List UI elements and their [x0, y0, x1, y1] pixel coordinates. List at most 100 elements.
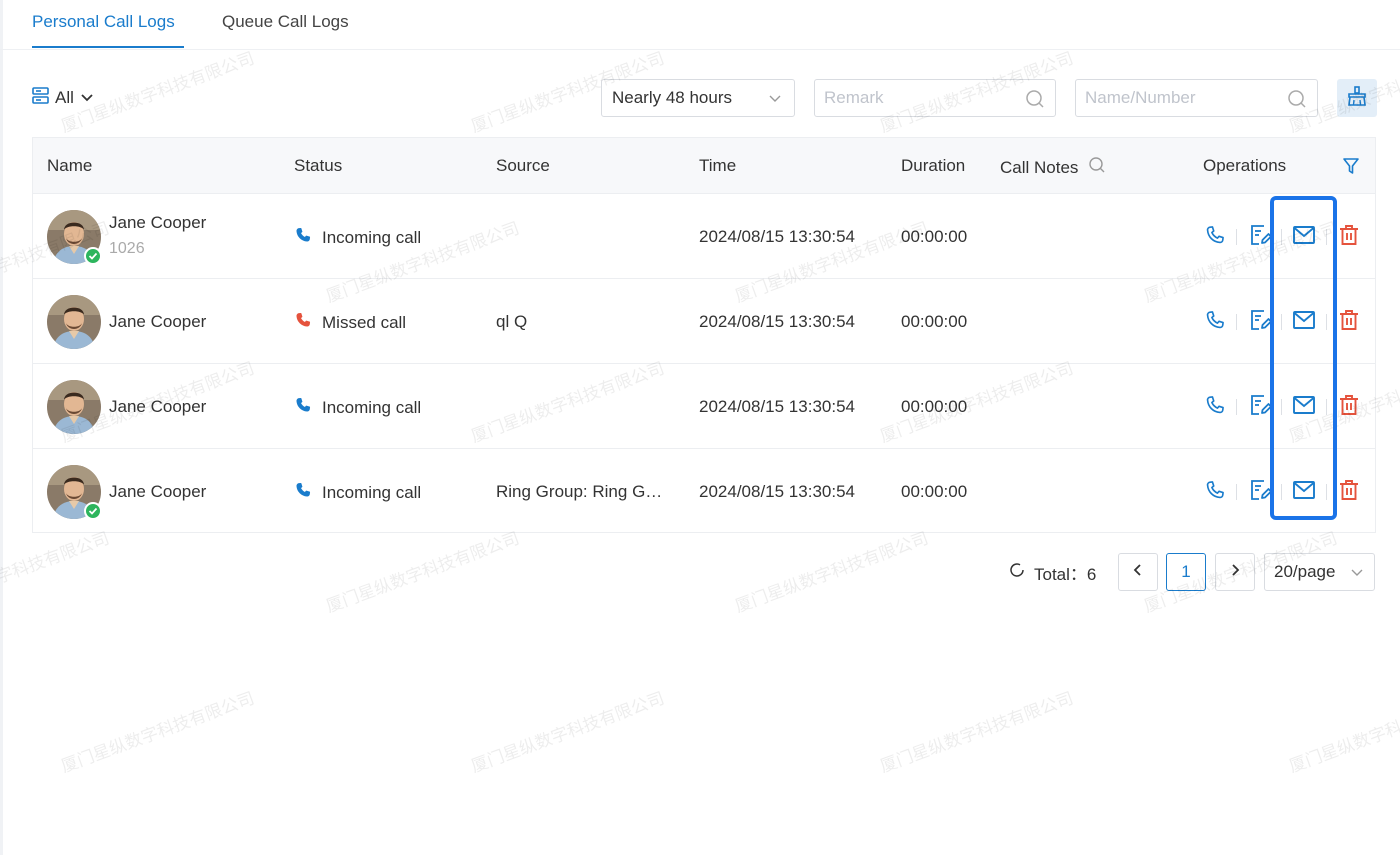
divider — [1326, 314, 1327, 330]
chevron-right-icon — [1229, 562, 1241, 582]
send-email-button[interactable] — [1290, 393, 1318, 421]
call-back-button[interactable] — [1201, 393, 1229, 421]
call-back-button[interactable] — [1201, 308, 1229, 336]
edit-note-button[interactable] — [1246, 223, 1274, 251]
edit-note-button[interactable] — [1246, 308, 1274, 336]
delete-button[interactable] — [1335, 308, 1363, 336]
divider — [1236, 229, 1237, 245]
watermark: 厦门星纵数字科技有限公司 — [732, 528, 932, 618]
divider — [1326, 399, 1327, 415]
edit-note-button[interactable] — [1246, 478, 1274, 506]
table-row: Jane Cooper 1026 Incoming call 2024/08/1… — [33, 194, 1375, 279]
send-email-button[interactable] — [1290, 478, 1318, 506]
tab-queue-call-logs[interactable]: Queue Call Logs — [222, 12, 349, 32]
contact-name: Jane Cooper — [109, 397, 207, 416]
clear-logs-button[interactable] — [1337, 79, 1377, 117]
prev-page-button[interactable] — [1118, 553, 1158, 591]
filter-icon[interactable] — [1342, 157, 1360, 180]
trash-icon — [1338, 308, 1360, 337]
delete-button[interactable] — [1335, 393, 1363, 421]
trash-icon — [1338, 478, 1360, 507]
send-email-button[interactable] — [1290, 308, 1318, 336]
call-status-label: Missed call — [322, 312, 407, 332]
chevron-down-icon — [1350, 565, 1364, 585]
call-duration: 00:00:00 — [901, 482, 968, 501]
phone-icon — [1204, 394, 1226, 421]
call-type-filter[interactable]: All — [32, 86, 94, 110]
call-time: 2024/08/15 13:30:54 — [699, 227, 855, 246]
table-row: Jane Cooper Incoming call Ring Group: Ri… — [33, 449, 1375, 534]
chevron-left-icon — [1132, 562, 1144, 582]
avatar — [47, 465, 102, 520]
call-time: 2024/08/15 13:30:54 — [699, 482, 855, 501]
edit-note-button[interactable] — [1246, 393, 1274, 421]
edit-note-icon — [1248, 393, 1272, 422]
trash-icon — [1338, 393, 1360, 422]
delete-button[interactable] — [1335, 223, 1363, 251]
page-number-button[interactable]: 1 — [1166, 553, 1206, 591]
call-back-button[interactable] — [1201, 478, 1229, 506]
delete-button[interactable] — [1335, 478, 1363, 506]
edit-note-icon — [1248, 308, 1272, 337]
remark-input[interactable] — [815, 80, 1055, 116]
divider — [1236, 399, 1237, 415]
header-time: Time — [699, 156, 737, 175]
search-icon[interactable] — [1025, 89, 1045, 114]
divider — [1236, 484, 1237, 500]
table-row: Jane Cooper Missed call ql Q 2024/08/15 … — [33, 279, 1375, 364]
header-call-notes: Call Notes — [1000, 156, 1106, 179]
divider — [1326, 229, 1327, 245]
active-tab-indicator — [32, 46, 184, 48]
header-duration: Duration — [901, 156, 966, 175]
send-email-button[interactable] — [1290, 223, 1318, 251]
call-duration: 00:00:00 — [901, 227, 968, 246]
mail-icon — [1292, 309, 1316, 336]
call-status: Missed call — [294, 311, 406, 334]
call-duration: 00:00:00 — [901, 397, 968, 416]
divider — [1326, 484, 1327, 500]
search-icon[interactable] — [1088, 156, 1106, 179]
call-type-filter-label: All — [55, 88, 74, 107]
call-back-button[interactable] — [1201, 223, 1229, 251]
call-time: 2024/08/15 13:30:54 — [699, 397, 855, 416]
watermark: 厦门星纵数字科技有限公司 — [877, 688, 1077, 778]
online-status-icon — [84, 502, 102, 520]
avatar — [47, 295, 101, 349]
watermark: 厦门星纵数字科技有限公司 — [468, 688, 668, 778]
chevron-down-icon — [768, 91, 782, 111]
table-header: Name Status Source Time Duration Call No… — [33, 138, 1375, 194]
watermark: 厦门星纵数字科技有限公司 — [0, 528, 113, 618]
page-size-value: 20/page — [1274, 562, 1336, 581]
contact-number: 1026 — [109, 240, 145, 257]
incoming-call-icon — [294, 481, 312, 504]
divider — [1281, 314, 1282, 330]
refresh-icon[interactable] — [1008, 561, 1026, 584]
edit-note-icon — [1248, 478, 1272, 507]
phone-icon — [1204, 224, 1226, 251]
left-border — [0, 0, 3, 855]
contact-name: Jane Cooper — [109, 213, 207, 232]
call-log-table: Name Status Source Time Duration Call No… — [32, 137, 1376, 533]
call-source: Ring Group: Ring G… — [496, 482, 663, 501]
incoming-call-icon — [294, 226, 312, 249]
call-status-label: Incoming call — [322, 397, 422, 417]
mail-icon — [1292, 394, 1316, 421]
total-count-label: Total：6 — [1034, 564, 1097, 584]
search-icon[interactable] — [1287, 89, 1307, 114]
watermark: 厦门星纵数字科技有限公司 — [1286, 688, 1400, 778]
next-page-button[interactable] — [1215, 553, 1255, 591]
header-operations: Operations — [1203, 156, 1287, 175]
time-range-select[interactable]: Nearly 48 hours — [601, 79, 795, 117]
watermark: 厦门星纵数字科技有限公司 — [323, 528, 523, 618]
name-number-input[interactable] — [1076, 80, 1317, 116]
remark-search-box — [814, 79, 1056, 117]
mail-icon — [1292, 224, 1316, 251]
server-list-icon — [32, 86, 49, 110]
edit-note-icon — [1248, 223, 1272, 252]
call-time: 2024/08/15 13:30:54 — [699, 312, 855, 331]
tab-personal-call-logs[interactable]: Personal Call Logs — [32, 12, 175, 32]
page-size-select[interactable]: 20/page — [1264, 553, 1375, 591]
trash-icon — [1338, 223, 1360, 252]
header-source: Source — [496, 156, 550, 175]
total-count: Total：6 — [1008, 553, 1096, 591]
